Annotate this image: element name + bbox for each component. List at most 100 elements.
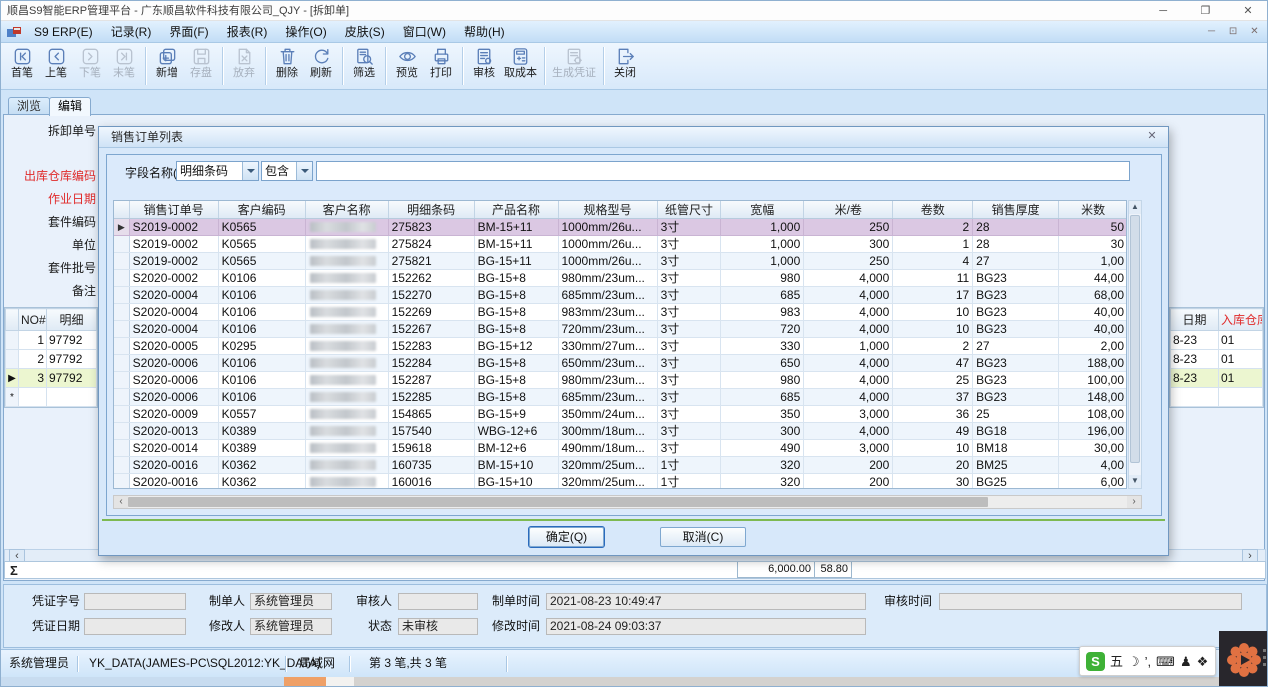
grid-horizontal-scrollbar[interactable]: ‹ › [113, 495, 1142, 509]
toolbar-button-trash[interactable]: 删除 [270, 45, 304, 89]
scroll-left-icon[interactable]: ‹ [114, 496, 128, 508]
table-row[interactable]: S2020-0016K0362160016BG-15+10320mm/25um.… [114, 474, 1127, 490]
ime-item-2-icon[interactable]: ’, [1145, 652, 1152, 671]
column-header[interactable]: 卷数 [893, 201, 973, 219]
redacted-customer-name [310, 358, 377, 368]
restore-icon[interactable]: ❐ [1187, 2, 1225, 22]
column-header[interactable]: 客户编码 [218, 201, 305, 219]
dialog-close-icon[interactable]: ✕ [1144, 129, 1160, 145]
cell: 1,000 [721, 236, 804, 253]
cell: 3寸 [657, 304, 721, 321]
column-header[interactable]: 米/卷 [804, 201, 893, 219]
column-header[interactable]: 规格型号 [558, 201, 657, 219]
table-row[interactable]: S2020-0004K0106152270BG-15+8685mm/23um..… [114, 287, 1127, 304]
ime-item-0-icon[interactable]: 五 [1110, 652, 1123, 671]
menu-item-3[interactable]: 报表(R) [218, 21, 277, 43]
toolbar-button-nav-prev[interactable]: 上笔 [39, 45, 73, 89]
column-header[interactable]: 明细条码 [388, 201, 474, 219]
table-row[interactable]: 197792 [6, 331, 97, 350]
toolbar-button-nav-first[interactable]: 首笔 [5, 45, 39, 89]
ime-item-5-icon[interactable]: ❖ [1197, 652, 1209, 671]
column-header[interactable]: 纸管尺寸 [657, 201, 721, 219]
table-row[interactable]: S2020-0006K0106152285BG-15+8685mm/23um..… [114, 389, 1127, 406]
table-row[interactable]: S2020-0004K0106152267BG-15+8720mm/23um..… [114, 321, 1127, 338]
table-row[interactable]: S2020-0014K0389159618BM-12+6490mm/18um..… [114, 440, 1127, 457]
table-row[interactable]: S2020-0013K0389157540WBG-12+6300mm/18um.… [114, 423, 1127, 440]
scroll-up-icon[interactable]: ▲ [1129, 201, 1141, 214]
toolbar-button-doc-new[interactable]: 新增 [150, 45, 184, 89]
menu-item-2[interactable]: 界面(F) [160, 21, 217, 43]
horizontal-scroll-thumb[interactable] [128, 497, 988, 507]
chevron-down-icon[interactable] [242, 162, 258, 180]
ime-item-4-icon[interactable]: ♟ [1180, 652, 1192, 671]
close-icon[interactable]: ✕ [1229, 2, 1267, 22]
table-row[interactable]: ▶S2019-0002K0565275823BM-15+111000mm/26u… [114, 219, 1127, 236]
menu-item-4[interactable]: 操作(O) [276, 21, 335, 43]
ime-item-3-icon[interactable]: ⌨ [1156, 652, 1175, 671]
table-row[interactable]: S2020-0002K0106152262BG-15+8980mm/23um..… [114, 270, 1127, 287]
column-header[interactable]: 销售厚度 [973, 201, 1059, 219]
column-header[interactable]: 宽幅 [721, 201, 804, 219]
table-row[interactable]: S2020-0016K0362160735BM-15+10320mm/25um.… [114, 457, 1127, 474]
cell: K0106 [218, 389, 305, 406]
toolbar-button-refresh[interactable]: 刷新 [304, 45, 338, 89]
cell: 3寸 [657, 219, 721, 236]
filter-field-select[interactable]: 明细条码 [176, 161, 259, 181]
menu-item-7[interactable]: 帮助(H) [455, 21, 514, 43]
scroll-down-icon[interactable]: ▼ [1129, 475, 1141, 488]
table-row[interactable]: 8-2301 [1171, 350, 1263, 369]
toolbar-button-exit[interactable]: 关闭 [608, 45, 642, 89]
table-row[interactable]: S2020-0005K0295152283BG-15+12330mm/27um.… [114, 338, 1127, 355]
toolbar-button-audit[interactable]: 审核 [467, 45, 501, 89]
table-row[interactable]: S2020-0009K0557154865BG-15+9350mm/24um..… [114, 406, 1127, 423]
filter-value-input[interactable] [316, 161, 1130, 181]
menu-item-5[interactable]: 皮肤(S) [336, 21, 394, 43]
toolbar-button-printer[interactable]: 打印 [424, 45, 458, 89]
mdi-restore-icon[interactable]: ⊡ [1225, 21, 1242, 42]
table-row[interactable]: 8-2301 [1171, 369, 1263, 388]
row-marker [114, 423, 129, 440]
table-row[interactable]: * [6, 388, 97, 407]
menu-item-6[interactable]: 窗口(W) [394, 21, 455, 43]
column-header[interactable]: 客户名称 [305, 201, 388, 219]
table-row[interactable]: S2019-0002K0565275824BM-15+111000mm/26u.… [114, 236, 1127, 253]
chevron-down-icon[interactable] [296, 162, 312, 180]
ok-button[interactable]: 确定(Q) [529, 527, 604, 547]
tab-browse[interactable]: 浏览 [8, 97, 50, 115]
table-row[interactable]: ▶397792 [6, 369, 97, 388]
toolbar-separator [544, 47, 545, 85]
ime-item-1-icon[interactable]: ☽ [1128, 652, 1140, 671]
mdi-close-icon[interactable]: ✕ [1246, 21, 1263, 42]
column-header[interactable]: 米数 [1059, 201, 1127, 219]
menu-item-1[interactable]: 记录(R) [102, 21, 161, 43]
table-row[interactable]: S2019-0002K0565275821BG-15+111000mm/26u.… [114, 253, 1127, 270]
cancel-button[interactable]: 取消(C) [660, 527, 746, 547]
ime-logo-icon[interactable]: S [1086, 652, 1105, 671]
minimize-icon[interactable]: ─ [1144, 2, 1182, 22]
desktop-app-logo[interactable] [1219, 631, 1268, 687]
table-row[interactable]: 8-2301 [1171, 331, 1263, 350]
filter-operator-select[interactable]: 包含 [261, 161, 313, 181]
table-row[interactable]: 297792 [6, 350, 97, 369]
column-header[interactable]: 销售订单号 [129, 201, 218, 219]
vertical-scroll-thumb[interactable] [1130, 215, 1140, 463]
grid-vertical-scrollbar[interactable]: ▲ ▼ [1128, 200, 1142, 489]
table-row[interactable]: S2020-0006K0106152287BG-15+8980mm/23um..… [114, 372, 1127, 389]
scroll-right-icon[interactable]: › [1127, 496, 1141, 508]
menu-item-0[interactable]: S9 ERP(E) [25, 21, 102, 43]
toolbar-button-calculator[interactable]: 取成本 [501, 45, 540, 89]
dialog-title-bar[interactable]: 销售订单列表 ✕ [99, 127, 1168, 148]
table-row[interactable] [1171, 388, 1263, 407]
toolbar-button-eye[interactable]: 预览 [390, 45, 424, 89]
mdi-minimize-icon[interactable]: ─ [1203, 21, 1220, 42]
cell: 4 [893, 253, 973, 270]
tab-edit[interactable]: 编辑 [49, 97, 91, 116]
create-time-field: 2021-08-23 10:49:47 [546, 593, 866, 610]
cell: BM-12+6 [474, 440, 558, 457]
column-header[interactable]: 产品名称 [474, 201, 558, 219]
table-row[interactable]: S2020-0004K0106152269BG-15+8983mm/23um..… [114, 304, 1127, 321]
toolbar-button-filter[interactable]: 筛选 [347, 45, 381, 89]
table-row[interactable]: S2020-0006K0106152284BG-15+8650mm/23um..… [114, 355, 1127, 372]
redacted-customer-name [310, 239, 377, 249]
redacted-customer-name [310, 375, 377, 385]
